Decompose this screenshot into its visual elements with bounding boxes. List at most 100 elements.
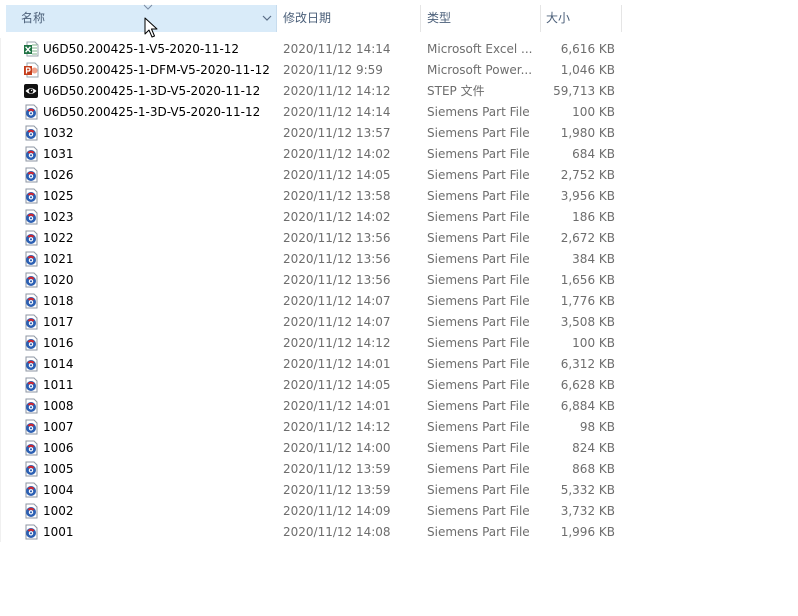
file-explorer-details-view: 名称 修改日期 类型 大小 U6D50.200425-1-V5-2020-11-… bbox=[0, 0, 798, 616]
file-row[interactable]: 1002 2020/11/12 14:09 Siemens Part File … bbox=[6, 500, 622, 521]
file-name-cell[interactable]: U6D50.200425-1-DFM-V5-2020-11-12 bbox=[6, 62, 277, 78]
file-size: 98 KB bbox=[579, 419, 615, 434]
file-name-cell[interactable]: 1001 bbox=[6, 524, 277, 540]
powerpoint-file-icon bbox=[23, 62, 39, 78]
step-viewer-file-icon bbox=[23, 83, 39, 99]
file-row[interactable]: 1005 2020/11/12 13:59 Siemens Part File … bbox=[6, 458, 622, 479]
file-size: 1,776 KB bbox=[560, 293, 615, 308]
siemens-part-file-icon bbox=[23, 125, 39, 141]
file-row[interactable]: 1004 2020/11/12 13:59 Siemens Part File … bbox=[6, 479, 622, 500]
file-type: Microsoft Excel ... bbox=[427, 41, 533, 56]
file-size: 1,656 KB bbox=[560, 272, 615, 287]
file-row[interactable]: 1026 2020/11/12 14:05 Siemens Part File … bbox=[6, 164, 622, 185]
file-row[interactable]: 1006 2020/11/12 14:00 Siemens Part File … bbox=[6, 437, 622, 458]
file-size: 2,752 KB bbox=[560, 167, 615, 182]
file-name: 1032 bbox=[43, 125, 74, 140]
siemens-part-file-icon bbox=[23, 398, 39, 414]
file-row[interactable]: U6D50.200425-1-DFM-V5-2020-11-12 2020/11… bbox=[6, 59, 622, 80]
file-row[interactable]: 1025 2020/11/12 13:58 Siemens Part File … bbox=[6, 185, 622, 206]
column-header-name-label: 名称 bbox=[21, 11, 46, 25]
file-row[interactable]: 1011 2020/11/12 14:05 Siemens Part File … bbox=[6, 374, 622, 395]
file-type: Siemens Part File bbox=[427, 251, 530, 266]
file-row[interactable]: 1032 2020/11/12 13:57 Siemens Part File … bbox=[6, 122, 622, 143]
file-row[interactable]: U6D50.200425-1-V5-2020-11-12 2020/11/12 … bbox=[6, 38, 622, 59]
file-name-cell[interactable]: 1011 bbox=[6, 377, 277, 393]
file-size: 3,732 KB bbox=[560, 503, 615, 518]
column-header-date-modified[interactable]: 修改日期 bbox=[277, 5, 421, 32]
column-header-type-label: 类型 bbox=[427, 11, 452, 25]
column-header-type[interactable]: 类型 bbox=[421, 5, 541, 32]
file-date-modified: 2020/11/12 14:00 bbox=[283, 440, 391, 455]
file-row[interactable]: 1023 2020/11/12 14:02 Siemens Part File … bbox=[6, 206, 622, 227]
file-size: 1,980 KB bbox=[560, 125, 615, 140]
chevron-down-icon[interactable] bbox=[262, 13, 272, 23]
siemens-part-file-icon bbox=[23, 188, 39, 204]
file-name: 1008 bbox=[43, 398, 74, 413]
file-name-cell[interactable]: U6D50.200425-1-V5-2020-11-12 bbox=[6, 41, 277, 57]
file-name-cell[interactable]: U6D50.200425-1-3D-V5-2020-11-12 bbox=[6, 104, 277, 120]
file-row[interactable]: 1007 2020/11/12 14:12 Siemens Part File … bbox=[6, 416, 622, 437]
file-row[interactable]: 1031 2020/11/12 14:02 Siemens Part File … bbox=[6, 143, 622, 164]
file-name-cell[interactable]: 1016 bbox=[6, 335, 277, 351]
siemens-part-file-icon bbox=[23, 314, 39, 330]
file-date-modified: 2020/11/12 14:12 bbox=[283, 83, 391, 98]
file-name: U6D50.200425-1-DFM-V5-2020-11-12 bbox=[43, 62, 270, 77]
file-row[interactable]: 1017 2020/11/12 14:07 Siemens Part File … bbox=[6, 311, 622, 332]
file-row[interactable]: U6D50.200425-1-3D-V5-2020-11-12 2020/11/… bbox=[6, 80, 622, 101]
file-name-cell[interactable]: 1026 bbox=[6, 167, 277, 183]
siemens-part-file-icon bbox=[23, 209, 39, 225]
file-row[interactable]: 1020 2020/11/12 13:56 Siemens Part File … bbox=[6, 269, 622, 290]
file-name-cell[interactable]: 1025 bbox=[6, 188, 277, 204]
siemens-part-file-icon bbox=[23, 167, 39, 183]
file-size: 6,628 KB bbox=[560, 377, 615, 392]
file-type: Siemens Part File bbox=[427, 482, 530, 497]
file-name-cell[interactable]: 1023 bbox=[6, 209, 277, 225]
file-date-modified: 2020/11/12 14:14 bbox=[283, 104, 391, 119]
file-type: Siemens Part File bbox=[427, 104, 530, 119]
file-name-cell[interactable]: 1022 bbox=[6, 230, 277, 246]
file-name-cell[interactable]: 1017 bbox=[6, 314, 277, 330]
file-row[interactable]: 1008 2020/11/12 14:01 Siemens Part File … bbox=[6, 395, 622, 416]
file-date-modified: 2020/11/12 13:58 bbox=[283, 188, 391, 203]
file-name-cell[interactable]: 1006 bbox=[6, 440, 277, 456]
file-date-modified: 2020/11/12 14:14 bbox=[283, 41, 391, 56]
file-date-modified: 2020/11/12 14:09 bbox=[283, 503, 391, 518]
file-size: 868 KB bbox=[572, 461, 615, 476]
file-date-modified: 2020/11/12 14:12 bbox=[283, 335, 391, 350]
file-type: Siemens Part File bbox=[427, 272, 530, 287]
siemens-part-file-icon bbox=[23, 146, 39, 162]
mouse-cursor-icon bbox=[144, 17, 158, 38]
file-name-cell[interactable]: 1031 bbox=[6, 146, 277, 162]
file-row[interactable]: 1021 2020/11/12 13:56 Siemens Part File … bbox=[6, 248, 622, 269]
file-name-cell[interactable]: U6D50.200425-1-3D-V5-2020-11-12 bbox=[6, 83, 277, 99]
file-name: 1014 bbox=[43, 356, 74, 371]
file-name-cell[interactable]: 1004 bbox=[6, 482, 277, 498]
file-name-cell[interactable]: 1007 bbox=[6, 419, 277, 435]
file-name-cell[interactable]: 1021 bbox=[6, 251, 277, 267]
siemens-part-file-icon bbox=[23, 356, 39, 372]
file-name-cell[interactable]: 1005 bbox=[6, 461, 277, 477]
file-name-cell[interactable]: 1032 bbox=[6, 125, 277, 141]
file-row[interactable]: 1022 2020/11/12 13:56 Siemens Part File … bbox=[6, 227, 622, 248]
file-name-cell[interactable]: 1020 bbox=[6, 272, 277, 288]
file-type: Siemens Part File bbox=[427, 125, 530, 140]
file-row[interactable]: 1016 2020/11/12 14:12 Siemens Part File … bbox=[6, 332, 622, 353]
file-size: 6,884 KB bbox=[560, 398, 615, 413]
file-name-cell[interactable]: 1018 bbox=[6, 293, 277, 309]
excel-file-icon bbox=[23, 41, 39, 57]
siemens-part-file-icon bbox=[23, 230, 39, 246]
file-row[interactable]: U6D50.200425-1-3D-V5-2020-11-12 2020/11/… bbox=[6, 101, 622, 122]
file-name: 1007 bbox=[43, 419, 74, 434]
file-date-modified: 2020/11/12 14:02 bbox=[283, 209, 391, 224]
siemens-part-file-icon bbox=[23, 251, 39, 267]
file-name-cell[interactable]: 1008 bbox=[6, 398, 277, 414]
file-name-cell[interactable]: 1014 bbox=[6, 356, 277, 372]
column-header-name[interactable]: 名称 bbox=[6, 4, 277, 32]
file-row[interactable]: 1018 2020/11/12 14:07 Siemens Part File … bbox=[6, 290, 622, 311]
column-header-size[interactable]: 大小 bbox=[541, 5, 622, 32]
file-type: Siemens Part File bbox=[427, 314, 530, 329]
file-row[interactable]: 1014 2020/11/12 14:01 Siemens Part File … bbox=[6, 353, 622, 374]
siemens-part-file-icon bbox=[23, 440, 39, 456]
file-name-cell[interactable]: 1002 bbox=[6, 503, 277, 519]
file-row[interactable]: 1001 2020/11/12 14:08 Siemens Part File … bbox=[6, 521, 622, 542]
